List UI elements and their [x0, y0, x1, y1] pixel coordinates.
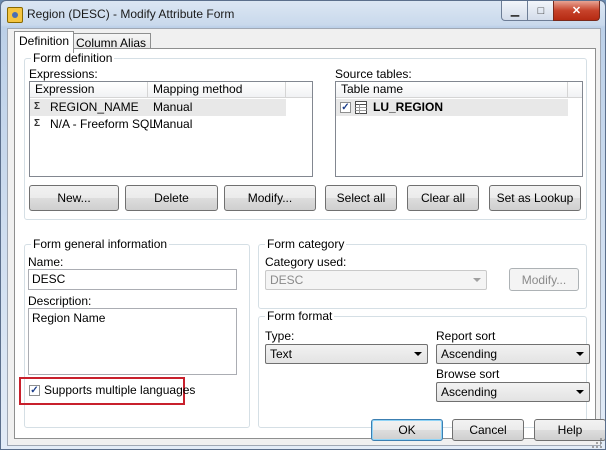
chevron-down-icon: [414, 352, 422, 356]
mapping-cell: Manual: [153, 100, 193, 114]
delete-expression-button[interactable]: Delete: [125, 185, 218, 211]
resize-grip-icon[interactable]: [591, 437, 603, 449]
form-definition-group: Form definition Expressions: Expression …: [24, 51, 587, 220]
expressions-label: Expressions:: [29, 67, 98, 81]
expression-row[interactable]: Σ REGION_NAME Manual: [30, 99, 286, 116]
expressions-list-header: Expression Mapping method: [30, 82, 312, 98]
category-modify-button[interactable]: Modify...: [509, 268, 579, 291]
modify-attribute-form-window: Region (DESC) - Modify Attribute Form ▁ …: [0, 0, 606, 450]
expression-cell: N/A - Freeform SQL: [50, 117, 157, 131]
close-icon: ✕: [571, 5, 582, 17]
browse-sort-value: Ascending: [441, 385, 498, 399]
report-sort-value: Ascending: [441, 347, 498, 361]
expression-icon: Σ: [34, 101, 41, 112]
browse-sort-dropdown[interactable]: Ascending: [436, 382, 590, 402]
chevron-down-icon: [576, 352, 584, 356]
expression-icon: Σ: [34, 118, 41, 129]
category-used-value: DESC: [270, 273, 304, 287]
category-used-label: Category used:: [265, 255, 347, 269]
report-sort-label: Report sort: [436, 329, 496, 343]
set-as-lookup-button[interactable]: Set as Lookup: [489, 185, 581, 211]
source-table-name: LU_REGION: [373, 100, 444, 114]
new-expression-button[interactable]: New...: [29, 185, 119, 211]
source-tables-list-header: Table name: [336, 82, 582, 98]
source-tables-list[interactable]: Table name ✓ LU_REGION: [335, 81, 583, 177]
title-bar[interactable]: Region (DESC) - Modify Attribute Form ▁ …: [1, 1, 605, 27]
maximize-icon: □: [537, 4, 545, 17]
browse-sort-label: Browse sort: [436, 367, 500, 381]
form-general-information-group: Form general information Name: DESC Desc…: [19, 237, 250, 428]
definition-tab-panel: Form definition Expressions: Expression …: [14, 48, 596, 439]
mapping-cell: Manual: [153, 117, 193, 131]
table-icon: [355, 101, 367, 114]
form-format-group: Form format Type: Text Report sort Ascen…: [258, 309, 590, 428]
ok-button[interactable]: OK: [371, 419, 443, 441]
type-value: Text: [270, 347, 293, 361]
form-format-title: Form format: [265, 309, 335, 323]
type-dropdown[interactable]: Text: [265, 344, 428, 364]
app-icon: [7, 7, 23, 23]
dialog-client-area: Definition Column Alias Form definition …: [7, 28, 601, 446]
cancel-button[interactable]: Cancel: [452, 419, 524, 441]
clear-all-button[interactable]: Clear all: [407, 185, 479, 211]
chevron-down-icon: [473, 278, 481, 282]
description-label: Description:: [28, 294, 92, 308]
form-general-information-title: Form general information: [31, 237, 170, 251]
report-sort-dropdown[interactable]: Ascending: [436, 344, 590, 364]
source-tables-label: Source tables:: [335, 67, 412, 81]
column-header-table-name[interactable]: Table name: [336, 82, 568, 97]
category-used-dropdown[interactable]: DESC: [265, 270, 487, 290]
modify-expression-button[interactable]: Modify...: [224, 185, 316, 211]
maximize-button[interactable]: □: [527, 1, 555, 21]
select-all-button[interactable]: Select all: [325, 185, 397, 211]
type-label: Type:: [265, 329, 295, 343]
supports-multiple-languages-checkbox[interactable]: ✓: [29, 385, 40, 396]
chevron-down-icon: [576, 390, 584, 394]
expression-cell: REGION_NAME: [50, 100, 139, 114]
source-table-row[interactable]: ✓ LU_REGION: [336, 99, 568, 116]
minimize-button[interactable]: ▁: [501, 1, 529, 21]
description-textarea[interactable]: Region Name: [28, 308, 237, 375]
column-header-expression[interactable]: Expression: [30, 82, 148, 97]
expressions-list[interactable]: Expression Mapping method Σ REGION_NAME …: [29, 81, 313, 177]
column-header-mapping-method[interactable]: Mapping method: [148, 82, 286, 97]
form-definition-title: Form definition: [31, 51, 115, 65]
source-table-checkbox[interactable]: ✓: [340, 102, 351, 113]
tab-definition[interactable]: Definition: [14, 31, 75, 53]
minimize-icon: ▁: [510, 5, 520, 17]
expression-row[interactable]: Σ N/A - Freeform SQL Manual: [30, 116, 286, 133]
form-category-title: Form category: [265, 237, 347, 251]
form-category-group: Form category Category used: DESC Modify…: [258, 237, 587, 309]
supports-multiple-languages-label[interactable]: Supports multiple languages: [44, 383, 195, 397]
close-button[interactable]: ✕: [553, 1, 600, 21]
name-label: Name:: [28, 255, 64, 269]
name-input[interactable]: DESC: [28, 269, 237, 290]
window-title: Region (DESC) - Modify Attribute Form: [27, 7, 235, 21]
